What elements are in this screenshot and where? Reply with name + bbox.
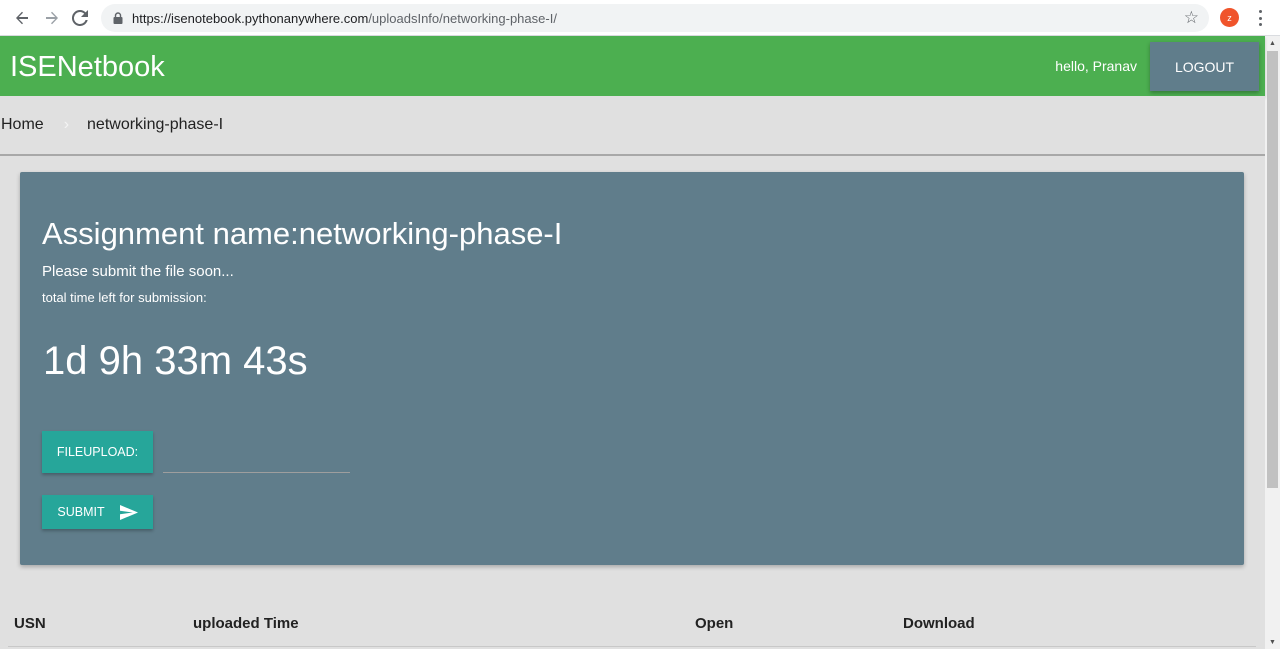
breadcrumb-current[interactable]: networking-phase-I [87,116,223,134]
browser-toolbar: https://isenotebook.pythonanywhere.com/u… [0,0,1280,36]
scroll-down-arrow-icon[interactable]: ▼ [1265,635,1280,649]
countdown-timer: 1d 9h 33m 43s [43,339,308,383]
chevron-right-icon: › [63,116,70,133]
brand-logo[interactable]: ISENetbook [10,50,165,84]
breadcrumb: Home › networking-phase-I [0,96,1265,156]
column-header-usn: USN [14,615,46,632]
profile-initial: z [1227,12,1232,23]
kebab-menu-icon[interactable] [1256,8,1264,28]
lock-icon [113,12,123,24]
table-divider [8,646,1256,647]
arrow-right-icon [46,11,58,24]
arrow-left-icon [16,11,28,24]
profile-avatar[interactable]: z [1220,8,1239,27]
back-button[interactable] [11,7,33,29]
breadcrumb-home[interactable]: Home [1,116,44,134]
file-path-input[interactable] [163,441,350,473]
url-host: https://isenotebook.pythonanywhere.com [132,10,369,26]
user-greeting: hello, Pranav [1055,58,1137,74]
file-upload-button[interactable]: FILEUPLOAD: [42,431,153,473]
page-scrollbar[interactable]: ▲ ▼ [1265,36,1280,649]
submit-button[interactable]: SUBMIT [42,495,153,529]
forward-button[interactable] [41,7,63,29]
star-icon[interactable]: ☆ [1184,9,1199,27]
logout-button[interactable]: LOGOUT [1150,42,1259,91]
submit-label: SUBMIT [57,505,105,519]
time-left-label: total time left for submission: [42,290,207,305]
reload-button[interactable] [69,7,91,29]
reload-icon [72,9,88,26]
assignment-card: Assignment name:networking-phase-I Pleas… [20,172,1244,565]
send-icon [119,504,138,520]
address-bar[interactable]: https://isenotebook.pythonanywhere.com/u… [101,4,1209,32]
app-header: ISENetbook hello, Pranav LOGOUT [0,36,1265,96]
column-header-download: Download [903,615,975,632]
url-path: /uploadsInfo/networking-phase-I/ [368,10,557,26]
url-text: https://isenotebook.pythonanywhere.com/u… [132,11,557,26]
submit-reminder: Please submit the file soon... [42,263,234,280]
scroll-thumb[interactable] [1267,51,1278,488]
scroll-up-arrow-icon[interactable]: ▲ [1265,36,1280,50]
assignment-title: Assignment name:networking-phase-I [42,216,563,251]
uploads-table-header: USN uploaded Time Open Download [0,602,1265,649]
column-header-open: Open [695,615,734,632]
column-header-uploaded-time: uploaded Time [193,615,299,632]
